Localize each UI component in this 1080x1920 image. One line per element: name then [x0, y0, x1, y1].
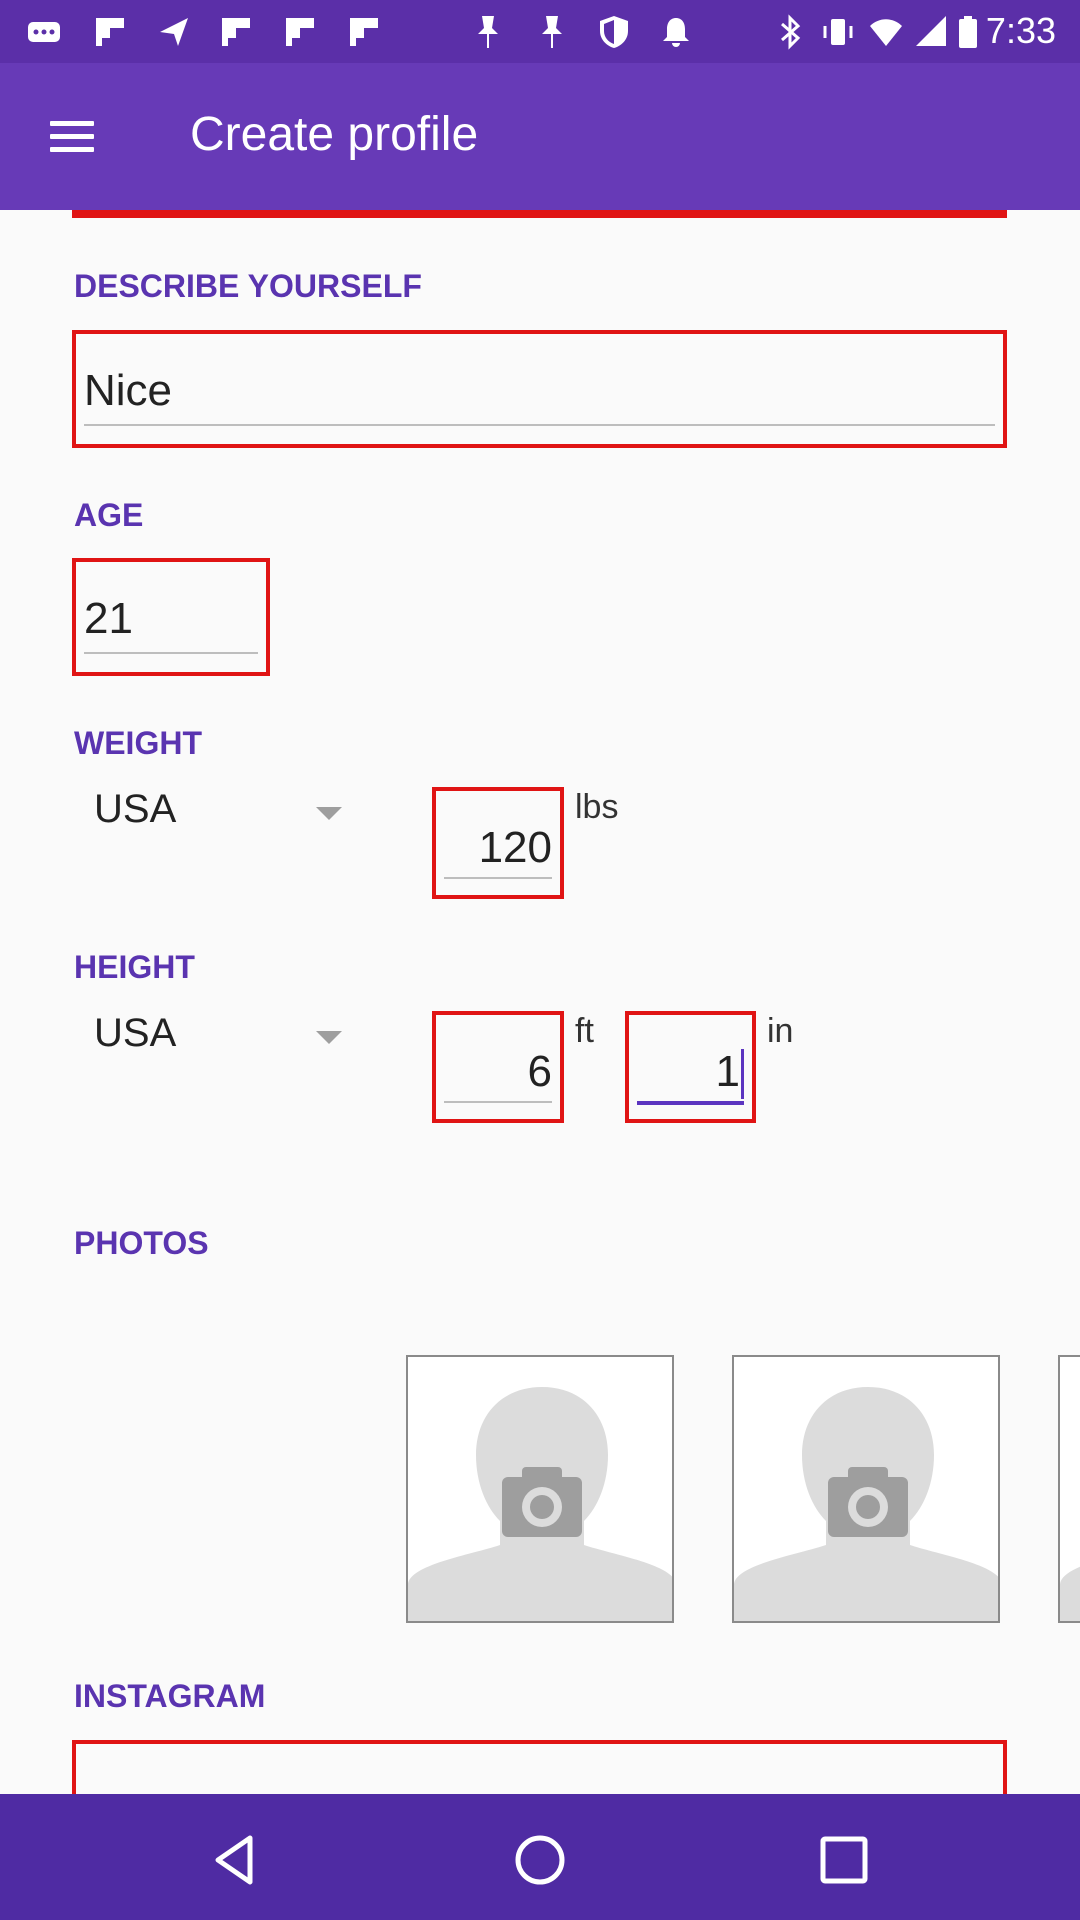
bluetooth-icon [781, 14, 801, 50]
height-unit-spinner[interactable]: USA [74, 999, 364, 1069]
status-bar: 7:33 [0, 0, 1080, 63]
weight-underline [444, 877, 552, 879]
age-underline [84, 652, 258, 654]
more-notifications-icon [28, 22, 60, 42]
height-feet-unit: ft [575, 1012, 594, 1050]
wifi-icon [870, 19, 902, 46]
height-feet-underline [444, 1101, 552, 1103]
photo-slot-1[interactable] [406, 1355, 674, 1623]
menu-icon[interactable] [42, 113, 100, 161]
instagram-label: INSTAGRAM [74, 1678, 266, 1714]
instagram-input[interactable] [72, 1740, 1007, 1794]
status-time: 7:33 [985, 10, 1056, 51]
weight-value: 120 [478, 823, 552, 872]
describe-input[interactable]: Nice [72, 330, 1007, 448]
height-unit-value: USA [94, 1011, 177, 1055]
home-icon[interactable] [510, 1830, 570, 1890]
camera-icon [408, 1387, 672, 1621]
app-bar: Create profile [0, 63, 1080, 210]
signal-icon [916, 16, 946, 46]
photos-label: PHOTOS [74, 1225, 209, 1261]
photo-slot-2[interactable] [732, 1355, 1000, 1623]
camera-icon [1060, 1566, 1080, 1621]
battery-icon [959, 16, 977, 48]
bell-icon [663, 18, 689, 47]
camera-icon [734, 1387, 998, 1621]
navigation-bar [0, 1794, 1080, 1920]
height-feet-value: 6 [527, 1047, 552, 1096]
age-value: 21 [84, 594, 133, 643]
flipboard-icon [96, 18, 124, 46]
weight-unit-value: USA [94, 787, 177, 831]
height-inches-unit: in [767, 1012, 794, 1050]
pin-icon [542, 16, 562, 48]
chevron-down-icon [316, 807, 342, 820]
weight-unit-spinner[interactable]: USA [74, 775, 364, 845]
profile-form[interactable]: DESCRIBE YOURSELF Nice AGE 21 WEIGHT USA… [0, 210, 1080, 1794]
send-icon [160, 18, 188, 46]
weight-label: WEIGHT [74, 725, 202, 761]
page-title: Create profile [190, 108, 479, 161]
weight-input[interactable]: 120 [432, 787, 564, 899]
flipboard-icon [350, 18, 378, 46]
age-label: AGE [74, 497, 144, 533]
flipboard-icon [286, 18, 314, 46]
weight-unit-label: lbs [575, 788, 619, 826]
recents-icon[interactable] [814, 1830, 874, 1890]
age-input[interactable]: 21 [72, 558, 270, 676]
flipboard-icon [222, 18, 250, 46]
previous-field-highlight [72, 210, 1007, 218]
back-icon[interactable] [206, 1830, 266, 1890]
height-inches-input[interactable]: 1 [625, 1011, 756, 1123]
describe-label: DESCRIBE YOURSELF [74, 268, 422, 304]
height-feet-input[interactable]: 6 [432, 1011, 564, 1123]
height-inches-underline [637, 1101, 744, 1105]
chevron-down-icon [316, 1031, 342, 1044]
vibrate-icon [823, 19, 853, 45]
describe-underline [84, 424, 995, 426]
shield-icon [600, 16, 628, 48]
describe-value: Nice [84, 366, 173, 415]
height-label: HEIGHT [74, 949, 195, 985]
photo-slot-3[interactable] [1058, 1355, 1080, 1623]
height-inches-value: 1 [715, 1047, 740, 1096]
text-cursor [741, 1049, 744, 1099]
pin-icon [478, 16, 498, 48]
